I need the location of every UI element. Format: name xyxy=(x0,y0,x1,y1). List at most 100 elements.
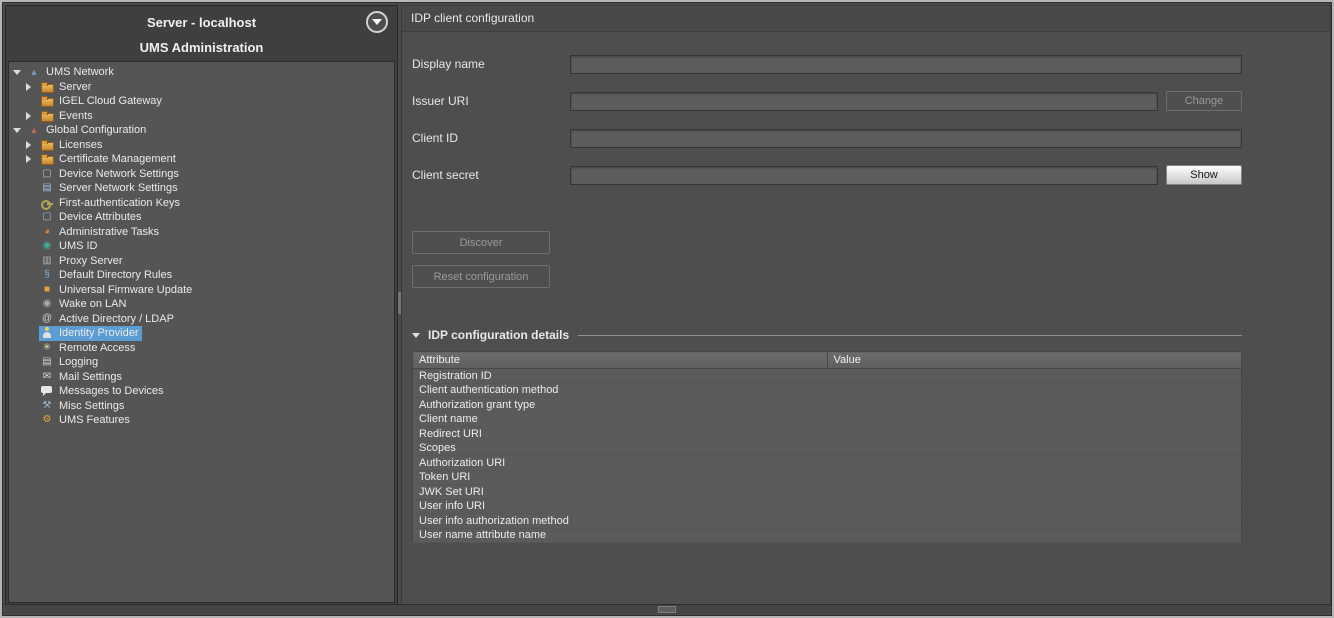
expand-arrow-icon[interactable] xyxy=(26,112,39,120)
attribute-cell: User info authorization method xyxy=(413,514,828,529)
tree-item-label: Licenses xyxy=(59,139,102,151)
table-row[interactable]: Client name xyxy=(413,412,1242,427)
page-title: IDP client configuration xyxy=(402,6,1330,32)
collapse-arrow-icon[interactable] xyxy=(13,70,26,75)
sidebar-section-title: UMS Administration xyxy=(6,38,397,61)
nav-tree: ▲UMS NetworkServerIGEL Cloud Gateway Even… xyxy=(8,61,395,603)
discover-button[interactable]: Discover xyxy=(412,231,550,254)
display-name-row: Display name xyxy=(412,54,1242,74)
expand-arrow-icon[interactable] xyxy=(26,141,39,149)
table-row[interactable]: Authorization URI xyxy=(413,456,1242,471)
tree-item-label: Certificate Management xyxy=(59,153,176,165)
table-row[interactable]: Authorization grant type xyxy=(413,398,1242,413)
chevron-down-icon xyxy=(372,19,382,25)
table-row[interactable]: Redirect URI xyxy=(413,427,1242,442)
identity-provider-icon xyxy=(40,327,54,339)
table-row[interactable]: User info authorization method xyxy=(413,514,1242,529)
action-buttons: Discover Reset configuration xyxy=(412,231,1242,288)
value-cell xyxy=(827,412,1242,427)
value-column-header[interactable]: Value xyxy=(827,352,1242,369)
attribute-cell: Client name xyxy=(413,412,828,427)
server-dropdown-button[interactable] xyxy=(366,11,388,33)
value-cell xyxy=(827,456,1242,471)
table-row[interactable]: Client authentication method xyxy=(413,383,1242,398)
table-row[interactable]: User info URI xyxy=(413,499,1242,514)
display-name-input[interactable] xyxy=(570,55,1242,74)
tree-item-label: Mail Settings xyxy=(59,371,122,383)
table-row[interactable]: User name attribute name xyxy=(413,528,1242,543)
tree-item-mail-settings[interactable]: ✉Mail Settings xyxy=(9,370,394,385)
tree-item-label: Logging xyxy=(59,356,98,368)
reset-configuration-button[interactable]: Reset configuration xyxy=(412,265,550,288)
tree-item-label: Active Directory / LDAP xyxy=(59,313,174,325)
tree-item-proxy-server[interactable]: ▥Proxy Server xyxy=(9,254,394,269)
tree-item-label: Identity Provider xyxy=(59,327,138,339)
misc-icon: ⚒ xyxy=(40,400,54,412)
admin-tasks-icon: ◕ xyxy=(40,226,54,238)
device-attributes-icon: ▢ xyxy=(40,211,54,223)
tree-item-first-authentication-keys[interactable]: First-authentication Keys xyxy=(9,196,394,211)
attribute-column-header[interactable]: Attribute xyxy=(413,352,828,369)
tree-item-server[interactable]: Server xyxy=(9,80,394,95)
value-cell xyxy=(827,514,1242,529)
idp-details-header[interactable]: IDP configuration details xyxy=(412,328,1242,342)
value-cell xyxy=(827,499,1242,514)
table-row[interactable]: Scopes xyxy=(413,441,1242,456)
firmware-icon: ■ xyxy=(40,284,54,296)
server-network-icon: ▤ xyxy=(40,182,54,194)
value-cell xyxy=(827,528,1242,543)
section-divider xyxy=(578,335,1242,336)
tree-item-label: UMS ID xyxy=(59,240,98,252)
tree-item-label: IGEL Cloud Gateway xyxy=(59,95,162,107)
tree-item-remote-access[interactable]: ✳Remote Access xyxy=(9,341,394,356)
client-secret-input[interactable] xyxy=(570,166,1158,185)
ums-features-icon: ⚙ xyxy=(40,414,54,426)
tree-item-events[interactable]: Events xyxy=(9,109,394,124)
tree-item-label: Server Network Settings xyxy=(59,182,178,194)
value-cell xyxy=(827,470,1242,485)
tree-item-label: UMS Features xyxy=(59,414,130,426)
main-content: Display name Issuer URI Change Client ID… xyxy=(412,32,1242,543)
attribute-cell: Scopes xyxy=(413,441,828,456)
tree-item-global-configuration[interactable]: ▲Global Configuration xyxy=(9,123,394,138)
collapse-arrow-icon[interactable] xyxy=(13,128,26,133)
issuer-uri-input[interactable] xyxy=(570,92,1158,111)
device-network-icon: ▢ xyxy=(40,168,54,180)
tree-item-device-network-settings[interactable]: ▢Device Network Settings xyxy=(9,167,394,182)
tree-item-label: Misc Settings xyxy=(59,400,124,412)
tree-item-active-directory-ldap[interactable]: @ Active Directory / LDAP xyxy=(9,312,394,327)
tree-item-igel-cloud-gateway[interactable]: IGEL Cloud Gateway xyxy=(9,94,394,109)
tree-item-label: Administrative Tasks xyxy=(59,226,159,238)
tree-item-ums-features[interactable]: ⚙ UMS Features xyxy=(9,413,394,428)
issuer-uri-row: Issuer URI Change xyxy=(412,91,1242,111)
tree-item-universal-firmware-update[interactable]: ■Universal Firmware Update xyxy=(9,283,394,298)
tree-item-certificate-management[interactable]: Certificate Management xyxy=(9,152,394,167)
tree-item-wake-on-lan[interactable]: ◉Wake on LAN xyxy=(9,297,394,312)
expand-arrow-icon[interactable] xyxy=(26,83,39,91)
tree-item-identity-provider[interactable]: Identity Provider xyxy=(9,326,394,341)
bottom-splitter-handle[interactable] xyxy=(658,606,676,613)
tree-item-device-attributes[interactable]: ▢Device Attributes xyxy=(9,210,394,225)
tree-item-logging[interactable]: ▤Logging xyxy=(9,355,394,370)
tree-item-licenses[interactable]: Licenses xyxy=(9,138,394,153)
table-row[interactable]: JWK Set URI xyxy=(413,485,1242,500)
change-button[interactable]: Change xyxy=(1166,91,1242,111)
table-row[interactable]: Token URI xyxy=(413,470,1242,485)
proxy-icon: ▥ xyxy=(40,255,54,267)
show-button[interactable]: Show xyxy=(1166,165,1242,185)
client-id-input[interactable] xyxy=(570,129,1242,148)
tree-item-server-network-settings[interactable]: ▤ Server Network Settings xyxy=(9,181,394,196)
tree-item-default-directory-rules[interactable]: §Default Directory Rules xyxy=(9,268,394,283)
tree-item-messages-to-devices[interactable]: Messages to Devices xyxy=(9,384,394,399)
tree-item-ums-network[interactable]: ▲UMS Network xyxy=(9,65,394,80)
tree-item-administrative-tasks[interactable]: ◕ Administrative Tasks xyxy=(9,225,394,240)
table-row[interactable]: Registration ID xyxy=(413,369,1242,384)
attribute-cell: Redirect URI xyxy=(413,427,828,442)
ldap-icon: @ xyxy=(40,313,54,325)
attribute-cell: User info URI xyxy=(413,499,828,514)
ums-console-window: Server - localhost UMS Administration ▲U… xyxy=(0,0,1334,618)
expand-arrow-icon[interactable] xyxy=(26,155,39,163)
folder-icon xyxy=(40,110,54,122)
tree-item-misc-settings[interactable]: ⚒ Misc Settings xyxy=(9,399,394,414)
tree-item-ums-id[interactable]: ◉UMS ID xyxy=(9,239,394,254)
